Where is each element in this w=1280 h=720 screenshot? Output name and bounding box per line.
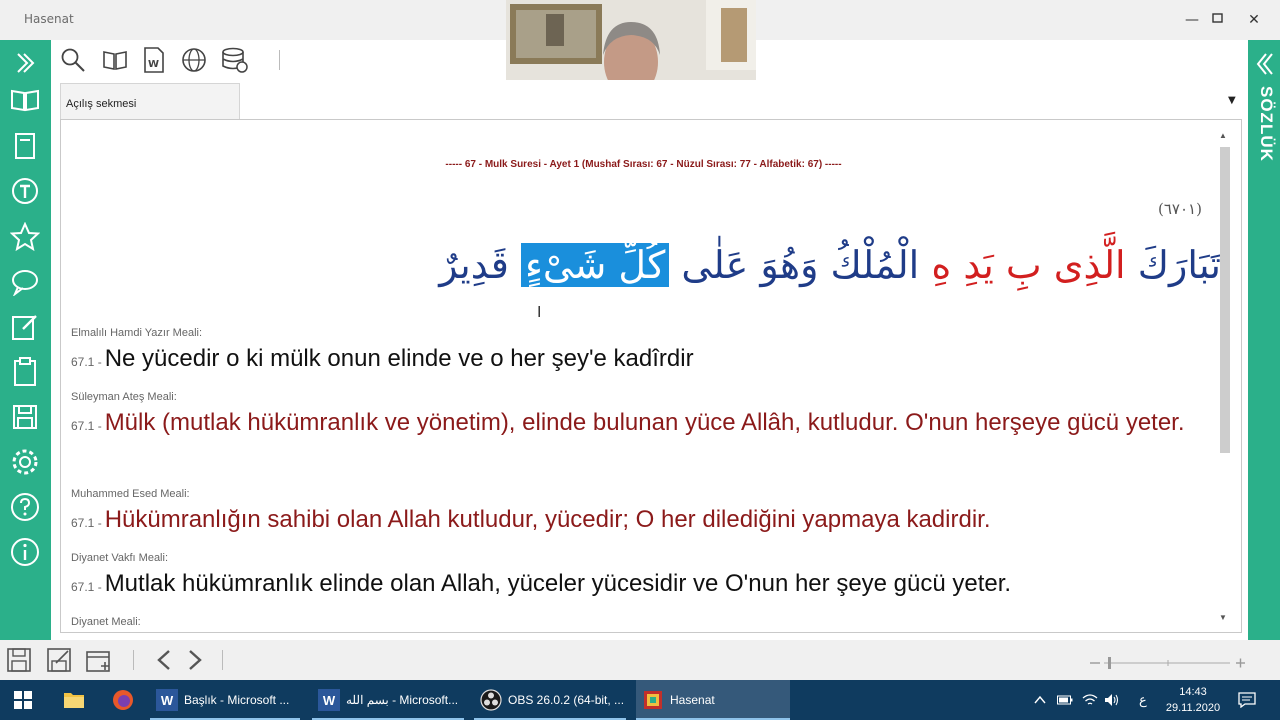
arabic-word-group: الَّذِى بِ يَدِ هِ — [931, 243, 1126, 287]
toolbar-separator — [279, 50, 280, 70]
arabic-selected-words[interactable]: كُلِّ شَىْءٍ — [520, 243, 670, 287]
database-icon[interactable] — [221, 46, 249, 74]
meal-text: Mülk (mutlak hükümranlık ve yönetim), el… — [104, 409, 1185, 436]
firefox-icon[interactable] — [112, 680, 134, 720]
vertical-scrollbar[interactable]: ▲ ▼ — [1218, 131, 1232, 626]
help-icon[interactable] — [8, 490, 42, 524]
new-tab-icon[interactable] — [85, 646, 113, 674]
scroll-down-icon[interactable]: ▼ — [1219, 613, 1227, 622]
verse-panel: ----- 67 - Mulk Suresi - Ayet 1 (Mushaf … — [60, 119, 1242, 633]
obs-icon — [480, 689, 502, 711]
separator — [133, 650, 134, 670]
meal-text: Mutlak hükümranlık elinde olan Allah, yü… — [104, 570, 1012, 597]
taskbar-app[interactable]: W بسم الله - Microsoft... — [312, 680, 464, 720]
svg-text:W: W — [148, 59, 159, 70]
meal-ref: 67.1 - — [71, 580, 102, 594]
save-as-icon[interactable] — [45, 646, 73, 674]
wifi-icon[interactable] — [1082, 680, 1098, 720]
meal-block: Diyanet Vakfı Meali: 67.1 - Mutlak hükümr… — [71, 552, 1211, 604]
bottom-toolbar — [0, 640, 1280, 680]
tab-dropdown-icon[interactable]: ▼ — [1228, 95, 1236, 106]
web-globe-icon[interactable] — [180, 46, 208, 74]
comment-icon[interactable] — [8, 265, 42, 299]
maximize-button[interactable] — [1200, 6, 1236, 34]
file-explorer-icon[interactable] — [63, 680, 85, 720]
text-icon[interactable] — [8, 174, 42, 208]
close-button[interactable]: ✕ — [1236, 6, 1272, 34]
arabic-word-group: تَبَارَكَ — [1137, 243, 1221, 287]
save-icon[interactable] — [8, 400, 42, 434]
meal-text: Hükümranlığın sahibi olan Allah kutludur… — [104, 506, 991, 533]
meal-block: Elmalılı Hamdi Yazır Meali: 67.1 - Ne yüc… — [71, 327, 1211, 379]
text-cursor-icon: I — [537, 304, 542, 321]
arabic-word-group: قَدِيرٌ — [439, 243, 509, 287]
taskbar-app[interactable]: OBS 26.0.2 (64-bit, ... — [474, 680, 626, 720]
collapse-chevron-icon[interactable] — [1254, 52, 1274, 80]
expand-chevron-icon[interactable] — [8, 46, 42, 80]
edit-icon[interactable] — [8, 310, 42, 344]
battery-icon[interactable] — [1057, 680, 1073, 720]
open-book-icon[interactable] — [101, 46, 129, 74]
meal-name: Diyanet Meali: — [71, 616, 141, 628]
meal-block: Muhammed Esed Meali: 67.1 - Hükümranlığın… — [71, 488, 1211, 540]
taskbar-app-label: Hasenat — [670, 693, 715, 707]
scroll-up-icon[interactable]: ▲ — [1219, 131, 1227, 140]
start-windows-icon[interactable] — [14, 680, 32, 720]
window-title: Hasenat — [24, 12, 74, 26]
meal-ref: 67.1 - — [71, 355, 102, 369]
back-arrow-icon[interactable] — [150, 646, 178, 674]
clipboard-icon[interactable] — [8, 355, 42, 389]
clock-date: 29.11.2020 — [1165, 702, 1221, 714]
search-icon[interactable] — [59, 46, 87, 74]
tab-opening[interactable]: Açılış sekmesi — [60, 83, 240, 120]
show-hidden-icons-chevron-icon[interactable] — [1034, 680, 1046, 720]
meal-block: Süleyman Ateş Meali: 67.1 - Mülk (mutlak … — [71, 391, 1211, 443]
volume-icon[interactable] — [1104, 680, 1120, 720]
arabic-word-group: الْمُلْكُ وَهُوَ عَلٰى — [681, 243, 920, 287]
left-sidebar — [0, 40, 51, 640]
meal-name: Diyanet Vakfı Meali: — [71, 552, 169, 564]
taskbar: W Başlık - Microsoft ... W بسم الله - Mi… — [0, 680, 1280, 720]
forward-arrow-icon[interactable] — [181, 646, 209, 674]
tab-label: Açılış sekmesi — [66, 98, 137, 110]
meal-name: Elmalılı Hamdi Yazır Meali: — [71, 327, 203, 339]
star-icon[interactable] — [8, 220, 42, 254]
verse-header: ----- 67 - Mulk Suresi - Ayet 1 (Mushaf … — [445, 159, 842, 170]
meal-name: Süleyman Ateş Meali: — [71, 391, 177, 403]
word-export-icon[interactable]: W — [140, 46, 168, 74]
separator — [222, 650, 223, 670]
system-clock[interactable]: 14:43 29.11.2020 — [1158, 684, 1228, 716]
taskbar-app-label: Başlık - Microsoft ... — [184, 693, 290, 707]
book-icon[interactable] — [8, 83, 42, 117]
scrollbar-thumb[interactable] — [1220, 147, 1230, 453]
input-language[interactable]: ع — [1139, 680, 1147, 720]
taskbar-app-label: بسم الله - Microsoft... — [346, 693, 459, 707]
save-icon[interactable] — [5, 646, 33, 674]
arabic-verse: تَبَارَكَ الَّذِى بِ يَدِ هِ الْمُلْكُ و… — [331, 222, 1221, 312]
meal-ref: 67.1 - — [71, 419, 102, 433]
meal-block: Diyanet Meali: — [71, 616, 1211, 631]
meal-text: Ne yücedir o ki mülk onun elinde ve o he… — [104, 345, 694, 372]
hasenat-icon — [642, 689, 664, 711]
taskbar-app[interactable]: W Başlık - Microsoft ... — [150, 680, 300, 720]
settings-gear-icon[interactable] — [8, 445, 42, 479]
verse-number: (٦٧٠١) — [1158, 200, 1202, 218]
info-icon[interactable] — [8, 535, 42, 569]
word-icon: W — [156, 689, 178, 711]
dictionary-label: SÖZLÜK — [1257, 86, 1276, 162]
word-icon: W — [318, 689, 340, 711]
notification-icon[interactable] — [1238, 680, 1256, 720]
zoom-slider[interactable] — [1090, 654, 1250, 669]
page-icon[interactable] — [8, 129, 42, 163]
meal-name: Muhammed Esed Meali: — [71, 488, 190, 500]
taskbar-app-label: OBS 26.0.2 (64-bit, ... — [508, 693, 625, 707]
tab-row: Açılış sekmesi ▼ — [51, 80, 1248, 120]
taskbar-app-active[interactable]: Hasenat — [636, 680, 790, 720]
meal-ref: 67.1 - — [71, 516, 102, 530]
dictionary-panel-tab[interactable]: SÖZLÜK — [1248, 40, 1280, 640]
clock-time: 14:43 — [1179, 686, 1207, 698]
